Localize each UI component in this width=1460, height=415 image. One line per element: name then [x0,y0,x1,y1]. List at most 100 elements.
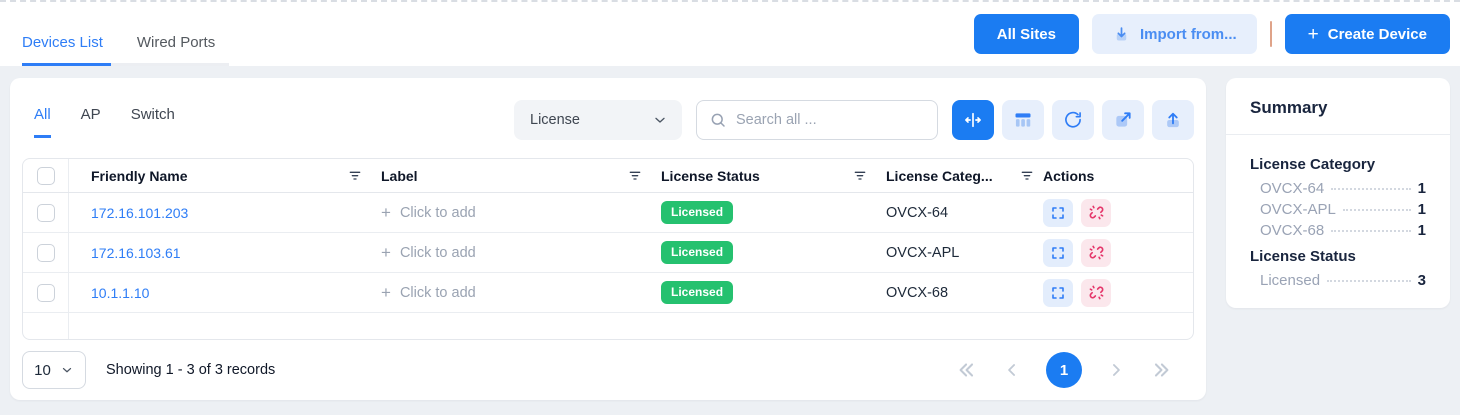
import-from-button[interactable]: Import from... [1092,14,1257,54]
refresh-button[interactable] [1052,100,1094,140]
cell-friendly-name: 10.1.1.10 [69,273,381,312]
summary-item: OVCX-64 1 [1250,178,1426,199]
search-input[interactable] [736,112,925,128]
cell-label: + Click to add [381,233,661,272]
table-header-row: Friendly Name Label [23,159,1193,193]
expand-details-button[interactable] [1043,279,1073,307]
summary-item-label: OVCX-64 [1260,180,1324,197]
table-tools [952,100,1194,140]
device-name-link[interactable]: 10.1.1.10 [91,285,149,301]
label-add-button[interactable]: + Click to add [381,284,476,301]
license-filter-select[interactable]: License [514,100,682,140]
page-size-value: 10 [34,362,51,379]
select-all-cell [23,159,69,192]
chevron-right-icon [1106,360,1126,380]
devices-card: All AP Switch License [10,78,1206,400]
tab-devices-list[interactable]: Devices List [22,34,111,66]
license-category-value: OVCX-68 [886,285,948,301]
last-page-button[interactable] [1150,359,1172,381]
plus-icon: + [381,284,391,301]
row-checkbox[interactable] [37,284,55,302]
device-name-link[interactable]: 172.16.103.61 [91,245,181,261]
first-page-button[interactable] [956,359,978,381]
filter-friendly-name-button[interactable] [347,168,363,184]
license-status-badge: Licensed [661,241,733,263]
header-actions-label: Actions [1043,168,1094,184]
search-icon [709,111,727,129]
row-checkbox[interactable] [37,204,55,222]
prev-page-button[interactable] [1002,360,1022,380]
header-label: Label [381,159,661,192]
tab-wired-ports[interactable]: Wired Ports [111,34,229,66]
tab-all[interactable]: All [34,106,51,138]
chevron-down-icon [652,112,668,128]
summary-item-value: 3 [1418,272,1426,289]
tab-switch[interactable]: Switch [131,106,175,138]
pagination: 1 [956,352,1172,388]
unlink-device-button[interactable] [1081,239,1111,267]
header-license-status-label: License Status [661,168,760,184]
summary-section-title: License Status [1250,248,1426,265]
dotted-leader [1343,209,1411,211]
cell-license-status: Licensed [661,273,886,312]
header-actions: All Sites Import from... + Create Device [974,14,1450,54]
upload-button[interactable] [1152,100,1194,140]
cell-actions [1041,233,1193,272]
row-checkbox-cell [23,193,69,232]
unlink-device-button[interactable] [1081,279,1111,307]
devices-table: Friendly Name Label [22,158,1194,340]
label-add-text: Click to add [400,245,476,261]
device-name-link[interactable]: 172.16.101.203 [91,205,188,221]
summary-item-label: Licensed [1260,272,1320,289]
footer-left: 10 Showing 1 - 3 of 3 records [22,351,275,389]
double-chevron-right-icon [1150,359,1172,381]
expand-icon [1050,285,1066,301]
filter-icon [852,168,868,184]
summary-title: Summary [1226,78,1450,135]
summary-item: OVCX-68 1 [1250,220,1426,241]
table-row: 10.1.1.10 + Click to add Licensed OVCX-6… [23,273,1193,313]
label-add-text: Click to add [400,205,476,221]
cell-friendly-name: 172.16.101.203 [69,193,381,232]
license-category-value: OVCX-64 [886,205,948,221]
expand-details-button[interactable] [1043,199,1073,227]
cell-label: + Click to add [381,273,661,312]
page-size-select[interactable]: 10 [22,351,86,389]
all-sites-button[interactable]: All Sites [974,14,1079,54]
next-page-button[interactable] [1106,360,1126,380]
cell-actions [1041,273,1193,312]
all-sites-label: All Sites [997,26,1056,43]
row-checkbox-cell [23,233,69,272]
column-split-button[interactable] [952,100,994,140]
expand-icon [1050,245,1066,261]
license-category-value: OVCX-APL [886,245,959,261]
filter-icon [627,168,643,184]
unlink-device-button[interactable] [1081,199,1111,227]
filter-license-status-button[interactable] [852,168,868,184]
select-all-checkbox[interactable] [37,167,55,185]
summary-section-title: License Category [1250,156,1426,173]
current-page-button[interactable]: 1 [1046,352,1082,388]
filter-icon [347,168,363,184]
table-filler-row [23,313,1193,340]
unlink-icon [1088,284,1105,301]
filter-label-button[interactable] [627,168,643,184]
row-checkbox-cell [23,273,69,312]
import-from-label: Import from... [1140,26,1237,43]
page-tabs: Devices List Wired Ports [22,34,229,66]
table-columns-button[interactable] [1002,100,1044,140]
summary-item-value: 1 [1418,180,1426,197]
license-filter-value: License [530,112,580,128]
export-button[interactable] [1102,100,1144,140]
summary-panel: Summary License Category OVCX-64 1 OVCX-… [1226,78,1450,308]
tab-ap[interactable]: AP [81,106,101,138]
label-add-button[interactable]: + Click to add [381,244,476,261]
header-label-label: Label [381,168,418,184]
dotted-leader [1331,188,1410,190]
label-add-button[interactable]: + Click to add [381,204,476,221]
filter-license-category-button[interactable] [1019,168,1035,184]
create-device-button[interactable]: + Create Device [1285,14,1450,54]
row-checkbox[interactable] [37,244,55,262]
summary-item: OVCX-APL 1 [1250,199,1426,220]
expand-details-button[interactable] [1043,239,1073,267]
